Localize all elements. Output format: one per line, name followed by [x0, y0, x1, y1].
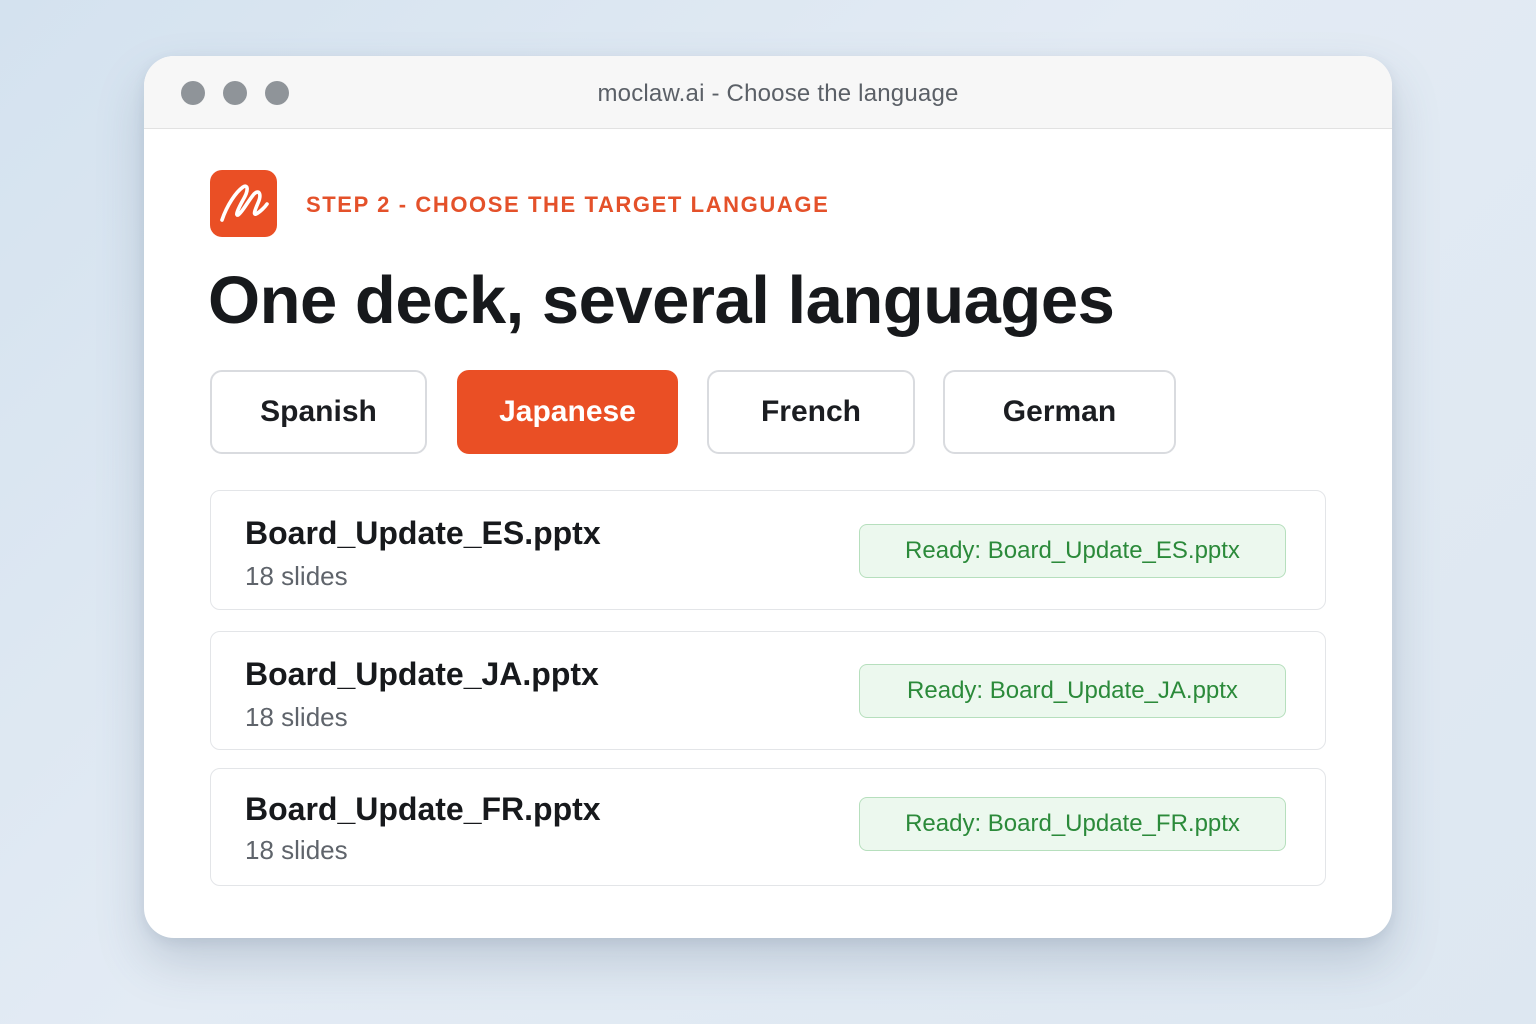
language-option-german[interactable]: German: [943, 370, 1176, 454]
file-slide-count: 18 slides: [245, 835, 348, 865]
file-name: Board_Update_FR.pptx: [245, 791, 601, 827]
app-window: moclaw.ai - Choose the language STEP 2 -…: [144, 56, 1392, 938]
signature-scribble-icon: [210, 170, 277, 237]
file-row[interactable]: Board_Update_ES.pptx 18 slides Ready: Bo…: [210, 490, 1326, 610]
file-row[interactable]: Board_Update_FR.pptx 18 slides Ready: Bo…: [210, 768, 1326, 886]
status-badge: Ready: Board_Update_JA.pptx: [859, 664, 1286, 718]
window-titlebar: moclaw.ai - Choose the language: [144, 56, 1392, 129]
status-badge: Ready: Board_Update_FR.pptx: [859, 797, 1286, 851]
page-title: One deck, several languages: [208, 263, 1115, 338]
file-name: Board_Update_ES.pptx: [245, 515, 601, 551]
file-row[interactable]: Board_Update_JA.pptx 18 slides Ready: Bo…: [210, 631, 1326, 750]
language-option-japanese[interactable]: Japanese: [457, 370, 678, 454]
file-name: Board_Update_JA.pptx: [245, 656, 599, 692]
file-slide-count: 18 slides: [245, 702, 348, 732]
step-label: STEP 2 - CHOOSE THE TARGET LANGUAGE: [306, 192, 830, 217]
language-option-spanish[interactable]: Spanish: [210, 370, 427, 454]
file-slide-count: 18 slides: [245, 561, 348, 591]
window-title: moclaw.ai - Choose the language: [597, 80, 959, 107]
language-option-french[interactable]: French: [707, 370, 915, 454]
status-badge: Ready: Board_Update_ES.pptx: [859, 524, 1286, 578]
